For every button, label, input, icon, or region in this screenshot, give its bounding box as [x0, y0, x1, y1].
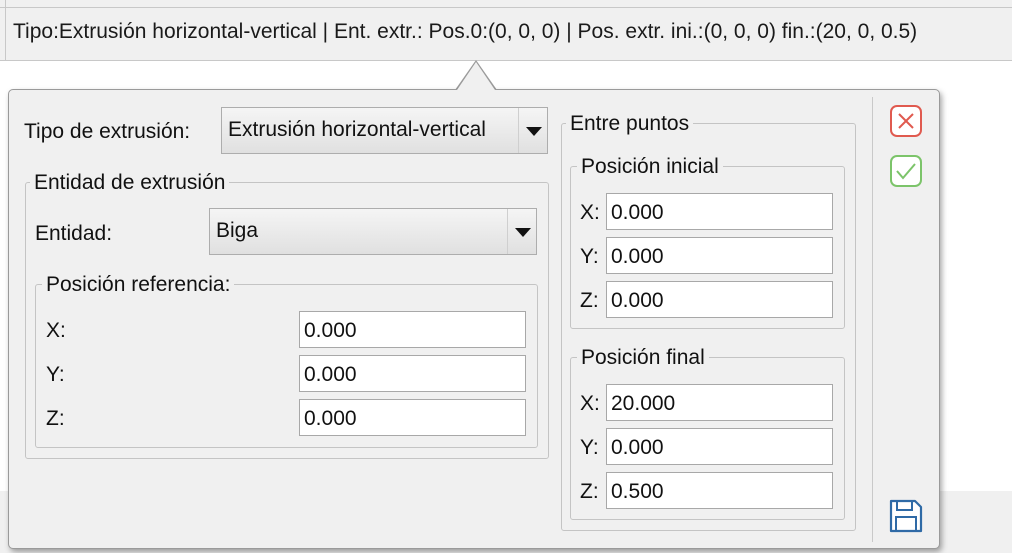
initial-position-title: Posición inicial — [577, 155, 723, 179]
chevron-down-icon[interactable] — [507, 209, 536, 254]
final-x-label: X: — [580, 392, 600, 415]
reference-position-title: Posición referencia: — [42, 273, 235, 297]
final-position-title: Posición final — [577, 346, 709, 370]
final-x-input[interactable]: 20.000 — [606, 384, 833, 421]
chevron-down-icon[interactable] — [518, 108, 547, 153]
close-icon — [890, 105, 922, 137]
ref-x-label: X: — [46, 319, 66, 342]
ref-y-input[interactable]: 0.000 — [299, 355, 526, 392]
extrusion-type-label: Tipo de extrusión: — [24, 120, 191, 143]
extrusion-type-select[interactable]: Extrusión horizontal-vertical — [221, 107, 548, 154]
extrusion-type-value: Extrusión horizontal-vertical — [228, 118, 486, 141]
between-points-title: Entre puntos — [566, 112, 694, 136]
final-z-input[interactable]: 0.500 — [606, 472, 833, 509]
ref-y-label: Y: — [46, 363, 65, 386]
ref-x-input[interactable]: 0.000 — [299, 311, 526, 348]
save-icon — [889, 499, 923, 533]
status-bar-top-border — [0, 7, 1012, 8]
final-z-label: Z: — [580, 480, 599, 503]
entity-group-title: Entidad de extrusión — [30, 171, 230, 195]
actions-separator — [872, 97, 873, 542]
accept-button[interactable] — [889, 154, 923, 188]
entity-label: Entidad: — [35, 222, 113, 245]
initial-z-label: Z: — [580, 289, 599, 312]
ref-z-label: Z: — [46, 407, 65, 430]
save-button[interactable] — [888, 498, 923, 533]
initial-x-label: X: — [580, 201, 600, 224]
final-y-label: Y: — [580, 436, 599, 459]
popup-pointer-fill — [457, 62, 495, 90]
initial-z-input[interactable]: 0.000 — [606, 281, 833, 318]
entity-value: Biga — [216, 219, 259, 242]
initial-y-input[interactable]: 0.000 — [606, 237, 833, 274]
initial-y-label: Y: — [580, 245, 599, 268]
cancel-button[interactable] — [889, 104, 923, 138]
final-y-input[interactable]: 0.000 — [606, 428, 833, 465]
ref-z-input[interactable]: 0.000 — [299, 399, 526, 436]
status-bar-left-border — [5, 0, 6, 60]
check-icon — [890, 155, 922, 187]
status-bar-text: Tipo:Extrusión horizontal-vertical | Ent… — [13, 20, 918, 43]
initial-x-input[interactable]: 0.000 — [606, 193, 833, 230]
status-bar: Tipo:Extrusión horizontal-vertical | Ent… — [0, 0, 1012, 61]
entity-select[interactable]: Biga — [209, 208, 537, 255]
